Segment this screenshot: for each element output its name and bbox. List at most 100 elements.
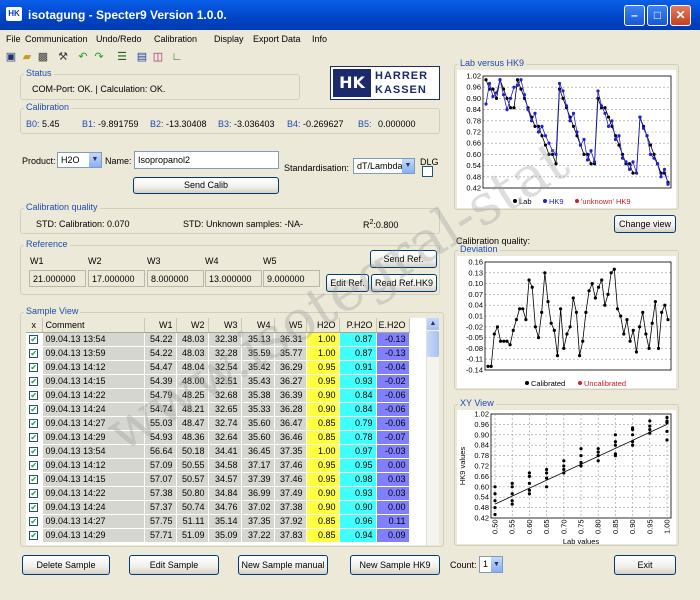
maximize-button[interactable]: □ xyxy=(647,5,668,26)
row-checkbox[interactable]: ✔ xyxy=(26,500,43,515)
count-select[interactable]: 1 ▼ xyxy=(479,556,503,573)
table-scrollbar[interactable]: ▲ xyxy=(426,318,439,545)
chart-line-icon[interactable]: ∟ xyxy=(170,50,184,64)
table-row[interactable]: ✔ 09.04.13 13:54 54.22 48.03 32.38 35.13 36.31… xyxy=(26,332,410,347)
window-icon[interactable]: ▤ xyxy=(135,50,149,64)
send-calib-button[interactable]: Send Calib xyxy=(133,177,279,194)
edit-sample-button[interactable]: Edit Sample xyxy=(129,555,219,575)
chart-icon[interactable]: ◫ xyxy=(151,50,165,64)
send-ref-button[interactable]: Send Ref. xyxy=(370,250,437,268)
checkmark-icon[interactable]: ✔ xyxy=(29,489,39,498)
chevron-down-icon[interactable]: ▼ xyxy=(402,159,414,173)
menu-communication[interactable]: Communication xyxy=(25,34,88,44)
delete-sample-button[interactable]: Delete Sample xyxy=(22,555,110,575)
table-row[interactable]: ✔ 09.04.13 14:29 57.71 51.09 35.09 37.22 37.83… xyxy=(26,528,410,543)
dlg-checkbox[interactable] xyxy=(422,166,433,177)
print-icon[interactable]: ▩ xyxy=(36,50,50,64)
checkmark-icon[interactable]: ✔ xyxy=(29,517,39,526)
minimize-button[interactable]: – xyxy=(624,5,645,26)
save-icon[interactable]: ▣ xyxy=(4,50,18,64)
row-checkbox[interactable]: ✔ xyxy=(26,402,43,417)
column-header-w5[interactable]: W5 xyxy=(274,318,307,333)
close-button[interactable]: ✕ xyxy=(670,5,691,26)
row-checkbox[interactable]: ✔ xyxy=(26,346,43,361)
checkmark-icon[interactable]: ✔ xyxy=(29,335,39,344)
column-header-w1[interactable]: W1 xyxy=(144,318,177,333)
table-row[interactable]: ✔ 09.04.13 14:27 57.75 51.11 35.14 37.35 37.92… xyxy=(26,514,410,529)
row-checkbox[interactable]: ✔ xyxy=(26,430,43,445)
redo-icon[interactable]: ↷ xyxy=(92,50,106,64)
menu-file[interactable]: File xyxy=(6,34,21,44)
reference-w5[interactable]: 9.000000 xyxy=(263,270,320,287)
title-bar[interactable]: HK isotagung - Specter9 Version 1.0.0. –… xyxy=(0,0,700,30)
checkmark-icon[interactable]: ✔ xyxy=(29,433,39,442)
table-row[interactable]: ✔ 09.04.13 14:24 57.37 50.74 34.76 37.02 37.38… xyxy=(26,500,410,515)
open-icon[interactable]: ▰ xyxy=(20,50,34,64)
new-sample-hk9-button[interactable]: New Sample HK9 xyxy=(350,555,440,575)
column-header-e-h2o[interactable]: E.H2O xyxy=(376,318,410,333)
row-checkbox[interactable]: ✔ xyxy=(26,332,43,347)
column-header-w2[interactable]: W2 xyxy=(176,318,209,333)
product-select[interactable]: H2O ▼ xyxy=(57,152,102,168)
change-view-button[interactable]: Change view xyxy=(614,215,676,233)
menu-display[interactable]: Display xyxy=(214,34,244,44)
column-header-comment[interactable]: Comment xyxy=(42,318,145,333)
standardisation-select[interactable]: dT/Lambda ▼ xyxy=(353,158,415,174)
table-row[interactable]: ✔ 09.04.13 14:29 54.93 48.36 32.64 35.60 36.46… xyxy=(26,430,410,445)
name-input[interactable] xyxy=(134,151,279,169)
chart-edit-icon[interactable]: ☰ xyxy=(115,50,129,64)
column-header-w3[interactable]: W3 xyxy=(208,318,242,333)
chevron-down-icon[interactable]: ▼ xyxy=(89,153,101,167)
edit-ref-button[interactable]: Edit Ref. xyxy=(326,274,369,292)
row-checkbox[interactable]: ✔ xyxy=(26,514,43,529)
row-checkbox[interactable]: ✔ xyxy=(26,444,43,459)
row-checkbox[interactable]: ✔ xyxy=(26,416,43,431)
checkmark-icon[interactable]: ✔ xyxy=(29,391,39,400)
table-row[interactable]: ✔ 09.04.13 14:15 57.07 50.57 34.57 37.39 37.46… xyxy=(26,472,410,487)
row-checkbox[interactable]: ✔ xyxy=(26,486,43,501)
column-header-h2o[interactable]: H2O xyxy=(306,318,340,333)
table-row[interactable]: ✔ 09.04.13 13:54 56.64 50.18 34.41 36.45 37.35… xyxy=(26,444,410,459)
scroll-thumb[interactable] xyxy=(427,331,439,357)
checkmark-icon[interactable]: ✔ xyxy=(29,377,39,386)
chevron-down-icon[interactable]: ▼ xyxy=(491,557,502,572)
reference-w4[interactable]: 13.000000 xyxy=(205,270,262,287)
reference-w3[interactable]: 8.000000 xyxy=(147,270,204,287)
checkmark-icon[interactable]: ✔ xyxy=(29,461,39,470)
table-row[interactable]: ✔ 09.04.13 14:27 55.03 48.47 32.74 35.60 36.47… xyxy=(26,416,410,431)
row-checkbox[interactable]: ✔ xyxy=(26,458,43,473)
menu-info[interactable]: Info xyxy=(312,34,327,44)
table-row[interactable]: ✔ 09.04.13 14:15 54.39 48.00 32.51 35.43 36.27… xyxy=(26,374,410,389)
exit-button[interactable]: Exit xyxy=(614,555,676,575)
checkmark-icon[interactable]: ✔ xyxy=(29,363,39,372)
checkmark-icon[interactable]: ✔ xyxy=(29,503,39,512)
table-row[interactable]: ✔ 09.04.13 14:12 54.47 48.04 32.54 35.42 36.29… xyxy=(26,360,410,375)
menu-export-data[interactable]: Export Data xyxy=(253,34,301,44)
checkmark-icon[interactable]: ✔ xyxy=(29,475,39,484)
column-header-p-h2o[interactable]: P.H2O xyxy=(339,318,377,333)
undo-icon[interactable]: ↶ xyxy=(76,50,90,64)
table-row[interactable]: ✔ 09.04.13 14:22 54.79 48.25 32.68 35.38 36.39… xyxy=(26,388,410,403)
table-row[interactable]: ✔ 09.04.13 13:59 54.22 48.03 32.28 35.59 35.77… xyxy=(26,346,410,361)
checkmark-icon[interactable]: ✔ xyxy=(29,531,39,540)
checkmark-icon[interactable]: ✔ xyxy=(29,349,39,358)
row-checkbox[interactable]: ✔ xyxy=(26,528,43,543)
reference-w1[interactable]: 21.000000 xyxy=(29,270,86,287)
table-row[interactable]: ✔ 09.04.13 14:12 57.09 50.55 34.58 37.17 37.46… xyxy=(26,458,410,473)
column-header-w4[interactable]: W4 xyxy=(241,318,275,333)
column-header-x[interactable]: x xyxy=(26,318,43,333)
row-checkbox[interactable]: ✔ xyxy=(26,472,43,487)
scroll-up-icon[interactable]: ▲ xyxy=(427,318,439,330)
read-ref-hk9-button[interactable]: Read Ref.HK9 xyxy=(371,274,437,292)
checkmark-icon[interactable]: ✔ xyxy=(29,419,39,428)
checkmark-icon[interactable]: ✔ xyxy=(29,447,39,456)
row-checkbox[interactable]: ✔ xyxy=(26,374,43,389)
reference-w2[interactable]: 17.000000 xyxy=(88,270,145,287)
menu-calibration[interactable]: Calibration xyxy=(154,34,197,44)
row-checkbox[interactable]: ✔ xyxy=(26,388,43,403)
row-checkbox[interactable]: ✔ xyxy=(26,360,43,375)
tool-icon[interactable]: ⚒ xyxy=(56,50,70,64)
checkmark-icon[interactable]: ✔ xyxy=(29,405,39,414)
table-row[interactable]: ✔ 09.04.13 14:24 54.74 48.21 32.65 35.33 36.28… xyxy=(26,402,410,417)
menu-undo-redo[interactable]: Undo/Redo xyxy=(96,34,142,44)
